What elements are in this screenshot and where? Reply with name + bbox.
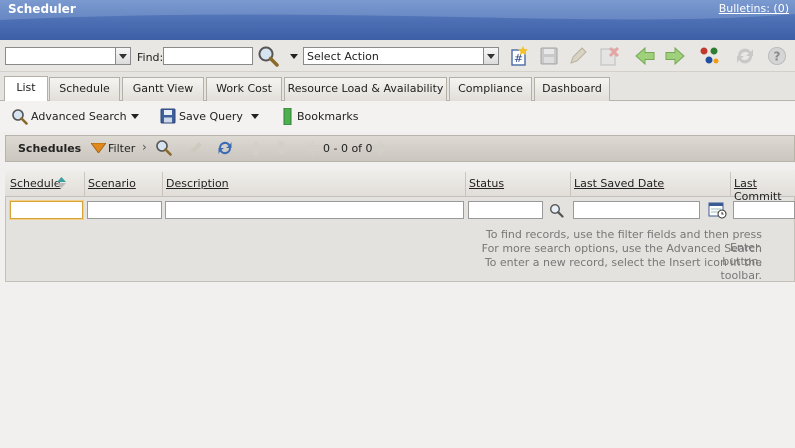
calendar-icon[interactable] [708,201,727,219]
tab-gantt-view[interactable]: Gantt View [122,77,204,101]
arrow-left-icon[interactable] [634,45,656,67]
previous-page-icon[interactable] [305,140,321,156]
help-icon[interactable]: ? [766,45,788,67]
filter-input-last-saved-date[interactable] [573,201,700,219]
edit-pencil-icon[interactable] [567,45,589,67]
find-input[interactable] [163,47,253,65]
advanced-search-button[interactable]: Advanced Search [31,110,127,123]
save-query-dropdown-icon[interactable] [251,114,259,119]
bulletins-link[interactable]: Bulletins: (0) [719,2,789,15]
bookmarks-button[interactable]: Bookmarks [297,110,358,123]
column-divider[interactable] [84,172,85,196]
column-header-status[interactable]: Status [469,177,504,190]
sort-ascending-icon[interactable] [57,177,66,188]
next-page-icon[interactable] [372,140,388,156]
column-header-schedule[interactable]: Schedule [10,177,61,190]
filter-icon[interactable] [91,143,106,153]
bookmark-icon[interactable] [283,108,292,125]
saved-query-select[interactable] [5,47,131,65]
arrow-up-icon[interactable] [248,140,264,156]
search-options-dropdown-icon[interactable] [290,54,298,59]
column-divider[interactable] [570,172,571,196]
column-header-last-committed[interactable]: Last Committ [734,177,795,203]
save-query-button[interactable]: Save Query [179,110,243,123]
title-bar: Scheduler Bulletins: (0) [0,0,795,40]
column-header-description[interactable]: Description [166,177,229,190]
chevron-down-icon[interactable] [115,48,130,64]
filter-input-description[interactable] [165,201,464,219]
refresh-icon[interactable] [216,139,234,157]
advanced-search-dropdown-icon[interactable] [131,114,139,119]
tab-dashboard[interactable]: Dashboard [534,77,610,101]
refresh-icon[interactable] [734,45,756,67]
find-label: Find: [137,51,164,64]
tab-resource-load-availability[interactable]: Resource Load & Availability [284,77,447,101]
select-action-dropdown[interactable]: Select Action [303,47,499,65]
filter-input-scenario[interactable] [87,201,162,219]
column-header-last-saved-date[interactable]: Last Saved Date [574,177,664,190]
column-divider[interactable] [162,172,163,196]
search-icon[interactable] [155,139,172,156]
save-query-icon[interactable] [160,108,176,124]
results-title: Schedules [18,142,82,155]
help-message-line: To enter a new record, select the Insert… [484,256,762,282]
filter-input-schedule[interactable] [10,201,83,219]
svg-text:?: ? [774,50,781,64]
filter-input-status[interactable] [468,201,543,219]
pager-text: 0 - 0 of 0 [323,142,373,155]
edit-pencil-icon[interactable] [188,140,204,156]
column-header-scenario[interactable]: Scenario [88,177,136,190]
tab-compliance[interactable]: Compliance [449,77,532,101]
tab-schedule[interactable]: Schedule [49,77,120,101]
advanced-search-icon[interactable] [11,108,28,125]
chevron-down-icon[interactable] [483,48,498,64]
save-record-icon[interactable] [538,45,560,67]
workflow-icon[interactable] [698,45,720,67]
arrow-right-icon[interactable] [664,45,686,67]
column-divider[interactable] [730,172,731,196]
tab-work-cost[interactable]: Work Cost [206,77,282,101]
chevron-right-icon: › [142,140,147,154]
filter-button[interactable]: Filter [108,142,135,155]
filter-input-last-committed[interactable] [733,201,795,219]
search-icon[interactable] [549,203,564,218]
app-title: Scheduler [8,2,76,16]
arrow-down-icon[interactable] [273,140,289,156]
tab-list[interactable]: List [4,76,48,101]
column-divider[interactable] [465,172,466,196]
search-icon[interactable] [257,45,279,67]
title-wave-decoration [0,0,795,20]
delete-record-icon[interactable] [598,45,620,67]
insert-record-icon[interactable]: # [508,45,530,67]
